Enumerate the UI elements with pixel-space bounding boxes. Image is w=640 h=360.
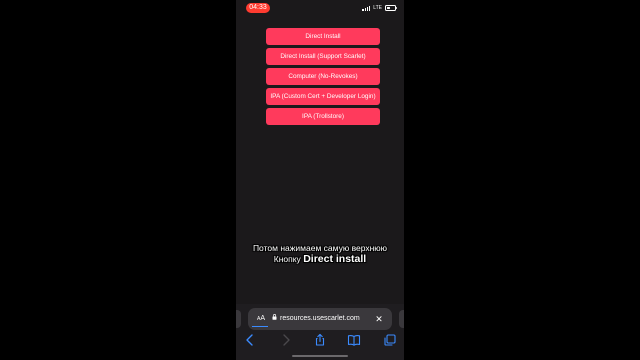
ipa-trollstore-button[interactable]: IPA (Trollstore) <box>266 108 380 125</box>
previous-tab-preview[interactable] <box>236 310 241 328</box>
phone-screen: 04:33 LTE Direct Install Direct Install … <box>236 0 404 360</box>
signal-icon <box>362 5 371 11</box>
direct-install-button[interactable]: Direct Install <box>266 28 380 45</box>
ipa-custom-cert-button[interactable]: IPA (Custom Cert + Developer Login) <box>266 88 380 105</box>
chevron-right-icon[interactable] <box>278 332 294 348</box>
text-size-button[interactable]: AA <box>254 312 268 326</box>
network-label: LTE <box>373 5 382 11</box>
direct-install-support-button[interactable]: Direct Install (Support Scarlet) <box>266 48 380 65</box>
tabs-icon[interactable] <box>382 332 398 348</box>
share-icon[interactable] <box>312 332 328 348</box>
home-indicator <box>292 355 348 357</box>
book-icon[interactable] <box>346 332 362 348</box>
address-bar[interactable]: AA resources.usescarlet.com ✕ <box>248 308 392 330</box>
install-options: Direct Install Direct Install (Support S… <box>266 28 380 128</box>
chevron-left-icon[interactable] <box>242 332 258 348</box>
status-time: 04:33 <box>246 3 270 13</box>
video-caption: Потом нажимаем самую верхнюю Кнопку Dire… <box>236 243 404 265</box>
text-size-underline <box>252 326 268 327</box>
caption-emphasis: Direct install <box>303 253 367 265</box>
computer-install-button[interactable]: Computer (No-Revokes) <box>266 68 380 85</box>
status-indicators: LTE <box>362 4 398 12</box>
browser-bottom-bar: AA resources.usescarlet.com ✕ <box>236 304 404 360</box>
next-tab-preview[interactable] <box>399 310 404 328</box>
lock-icon <box>272 314 277 320</box>
url-display[interactable]: resources.usescarlet.com <box>272 308 382 330</box>
battery-icon <box>385 5 398 11</box>
url-text: resources.usescarlet.com <box>280 315 360 322</box>
video-frame: 04:33 LTE Direct Install Direct Install … <box>0 0 640 360</box>
browser-toolbar <box>236 332 404 350</box>
status-bar: 04:33 LTE <box>236 0 404 18</box>
caption-line-2: Кнопку Direct install <box>236 254 404 265</box>
caption-prefix: Кнопку <box>273 254 301 264</box>
close-icon[interactable]: ✕ <box>372 312 386 326</box>
